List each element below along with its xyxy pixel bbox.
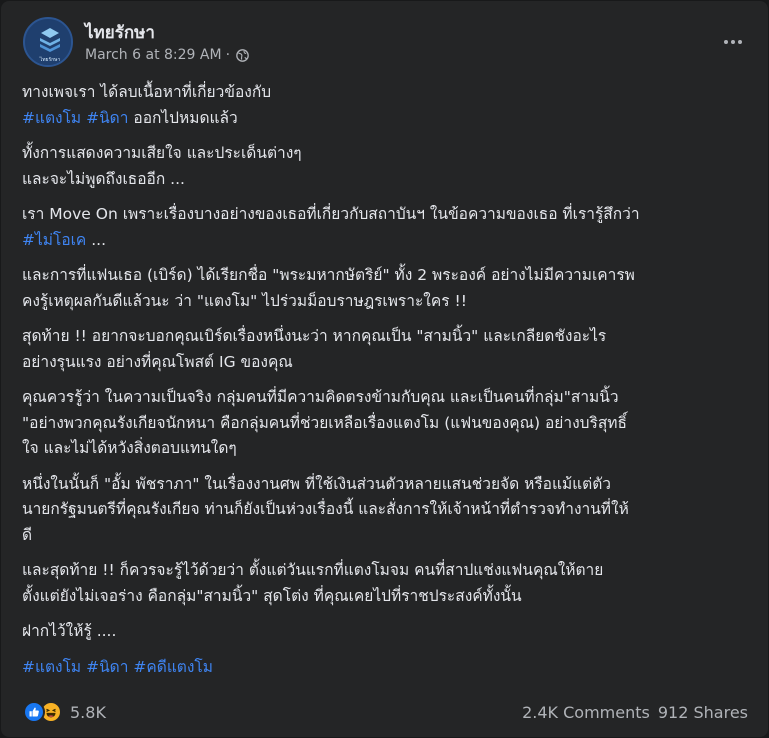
like-icon xyxy=(23,701,45,723)
post-timestamp[interactable]: March 6 at 8:29 AM xyxy=(85,47,222,63)
comments-count[interactable]: 2.4K Comments xyxy=(522,703,650,722)
more-options-button[interactable] xyxy=(718,27,748,57)
post-text: หนึ่งในนั้นก็ "อั้ม พัชราภา" ในเรื่องงาน… xyxy=(22,474,611,493)
post-text: อย่างรุนแรง อย่างที่คุณโพสต์ IG ของคุณ xyxy=(22,352,293,371)
post-paragraph: เรา Move On เพราะเรื่องบางอย่างของเธอที่… xyxy=(22,202,750,253)
post-paragraph: และการที่แฟนเธอ (เบิร์ด) ได้เรียกชื่อ "พ… xyxy=(22,263,750,314)
post-paragraph: ทางเพจเรา ได้ลบเนื้อหาที่เกี่ยวข้องกับ #แ… xyxy=(22,80,750,131)
post-line: "อย่างพวกคุณรังเกียจนักหนา คือกลุ่มคนที่… xyxy=(22,411,750,437)
post-line: ทางเพจเรา ได้ลบเนื้อหาที่เกี่ยวข้องกับ xyxy=(22,80,750,106)
post-paragraph: ฝากไว้ให้รู้ .... xyxy=(22,619,750,645)
post-text: เรา Move On เพราะเรื่องบางอย่างของเธอที่… xyxy=(22,205,640,223)
post-line: คุณควรรู้ว่า ในความเป็นจริง กลุ่มคนที่มี… xyxy=(22,385,750,411)
post-text: นายกรัฐมนตรีที่คุณรังเกียจ ท่านก็ยังเป็น… xyxy=(22,500,629,518)
post-text: สุดท้าย !! อยากจะบอกคุณเบิร์ดเรื่องหนึ่ง… xyxy=(22,327,607,345)
shares-count[interactable]: 912 Shares xyxy=(658,703,748,722)
post-text: คุณควรรู้ว่า ในความเป็นจริง กลุ่มคนที่มี… xyxy=(22,388,619,406)
post-line: ทั้งการแสดงความเสียใจ และประเด็นต่างๆ xyxy=(22,141,750,167)
post-line: หนึ่งในนั้นก็ "อั้ม พัชราภา" ในเรื่องงาน… xyxy=(22,472,750,498)
hashtag-link[interactable]: #คดีแตงโม xyxy=(133,658,213,676)
post-text: ดี xyxy=(22,525,33,544)
post-line: คงรู้เหตุผลกันดีแล้วนะ ว่า "แตงโม" ไปร่ว… xyxy=(22,289,750,315)
post-text: ทั้งการแสดงความเสียใจ และประเด็นต่างๆ xyxy=(22,144,302,162)
post-text: และจะไม่พูดถึงเธออีก ... xyxy=(22,169,185,188)
post-line: #ไม่โอเค ... xyxy=(22,228,750,254)
more-dot-icon xyxy=(731,40,735,44)
post-meta: March 6 at 8:29 AM · xyxy=(85,47,249,63)
globe-icon xyxy=(236,48,249,62)
more-dot-icon xyxy=(724,40,728,44)
post-text: ฝากไว้ให้รู้ .... xyxy=(22,622,117,640)
post-paragraph: คุณควรรู้ว่า ในความเป็นจริง กลุ่มคนที่มี… xyxy=(22,385,750,462)
post-line: เรา Move On เพราะเรื่องบางอย่างของเธอที่… xyxy=(22,202,750,228)
more-dot-icon xyxy=(738,40,742,44)
post-text: คงรู้เหตุผลกันดีแล้วนะ ว่า "แตงโม" ไปร่ว… xyxy=(22,291,467,310)
post-line: นายกรัฐมนตรีที่คุณรังเกียจ ท่านก็ยังเป็น… xyxy=(22,497,750,523)
post-body: ทางเพจเรา ได้ลบเนื้อหาที่เกี่ยวข้องกับ #แ… xyxy=(22,80,750,690)
hashtag-link[interactable]: #แตงโม xyxy=(22,109,81,127)
post-header: ไทยรักษา ไทยรักษา March 6 at 8:29 AM · xyxy=(23,17,748,69)
post-stats: 2.4K Comments 912 Shares xyxy=(522,703,748,722)
post-line: ตั้งแต่ยังไม่เจอร่าง คือกลุ่ม"สามนิ้ว" ส… xyxy=(22,584,750,610)
reactions-summary[interactable]: 5.8K xyxy=(23,701,106,723)
post-line: ดี xyxy=(22,523,750,549)
post-paragraph: ทั้งการแสดงความเสียใจ และประเด็นต่างๆและ… xyxy=(22,141,750,192)
hashtag-link[interactable]: #นิดา xyxy=(86,109,128,127)
post-footer: 5.8K 2.4K Comments 912 Shares xyxy=(23,701,748,727)
reaction-count: 5.8K xyxy=(70,702,106,722)
post-text: ... xyxy=(86,230,107,249)
post-line: และสุดท้าย !! ก็ควรจะรู้ไว้ด้วยว่า ตั้งแ… xyxy=(22,558,750,584)
post-paragraph: สุดท้าย !! อยากจะบอกคุณเบิร์ดเรื่องหนึ่ง… xyxy=(22,324,750,375)
hashtag-link[interactable]: #นิดา xyxy=(86,658,128,676)
hashtag-link[interactable]: #แตงโม xyxy=(22,658,81,676)
post-line: ฝากไว้ให้รู้ .... xyxy=(22,619,750,645)
post-line: อย่างรุนแรง อย่างที่คุณโพสต์ IG ของคุณ xyxy=(22,350,750,376)
post-text: และสุดท้าย !! ก็ควรจะรู้ไว้ด้วยว่า ตั้งแ… xyxy=(22,561,604,579)
avatar-logo-icon: ไทยรักษา xyxy=(26,20,71,65)
post-line: ใจ และไม่ได้หวังสิ่งตอบแทนใดๆ xyxy=(22,436,750,462)
hashtag-link[interactable]: #ไม่โอเค xyxy=(22,231,86,249)
post-text: "อย่างพวกคุณรังเกียจนักหนา คือกลุ่มคนที่… xyxy=(22,413,627,432)
post-line: และจะไม่พูดถึงเธออีก ... xyxy=(22,167,750,193)
post-line: และการที่แฟนเธอ (เบิร์ด) ได้เรียกชื่อ "พ… xyxy=(22,263,750,289)
page-avatar[interactable]: ไทยรักษา xyxy=(23,17,73,67)
post-card: ไทยรักษา ไทยรักษา March 6 at 8:29 AM · ท… xyxy=(1,1,768,737)
post-line: #แตงโม #นิดา ออกไปหมดแล้ว xyxy=(22,106,750,132)
post-text: ออกไปหมดแล้ว xyxy=(128,108,238,127)
svg-text:ไทยรักษา: ไทยรักษา xyxy=(39,56,61,63)
page-name[interactable]: ไทยรักษา xyxy=(85,19,155,46)
post-paragraph: และสุดท้าย !! ก็ควรจะรู้ไว้ด้วยว่า ตั้งแ… xyxy=(22,558,750,609)
post-text: และการที่แฟนเธอ (เบิร์ด) ได้เรียกชื่อ "พ… xyxy=(22,266,635,284)
post-text: ตั้งแต่ยังไม่เจอร่าง คือกลุ่ม"สามนิ้ว" ส… xyxy=(22,586,522,605)
post-text: ใจ และไม่ได้หวังสิ่งตอบแทนใดๆ xyxy=(22,439,237,457)
meta-separator: · xyxy=(225,47,231,63)
post-text: ทางเพจเรา ได้ลบเนื้อหาที่เกี่ยวข้องกับ xyxy=(22,83,272,101)
post-line: สุดท้าย !! อยากจะบอกคุณเบิร์ดเรื่องหนึ่ง… xyxy=(22,324,750,350)
post-line: #แตงโม #นิดา #คดีแตงโม xyxy=(22,655,750,681)
post-paragraph: #แตงโม #นิดา #คดีแตงโม xyxy=(22,655,750,681)
post-paragraph: หนึ่งในนั้นก็ "อั้ม พัชราภา" ในเรื่องงาน… xyxy=(22,472,750,549)
